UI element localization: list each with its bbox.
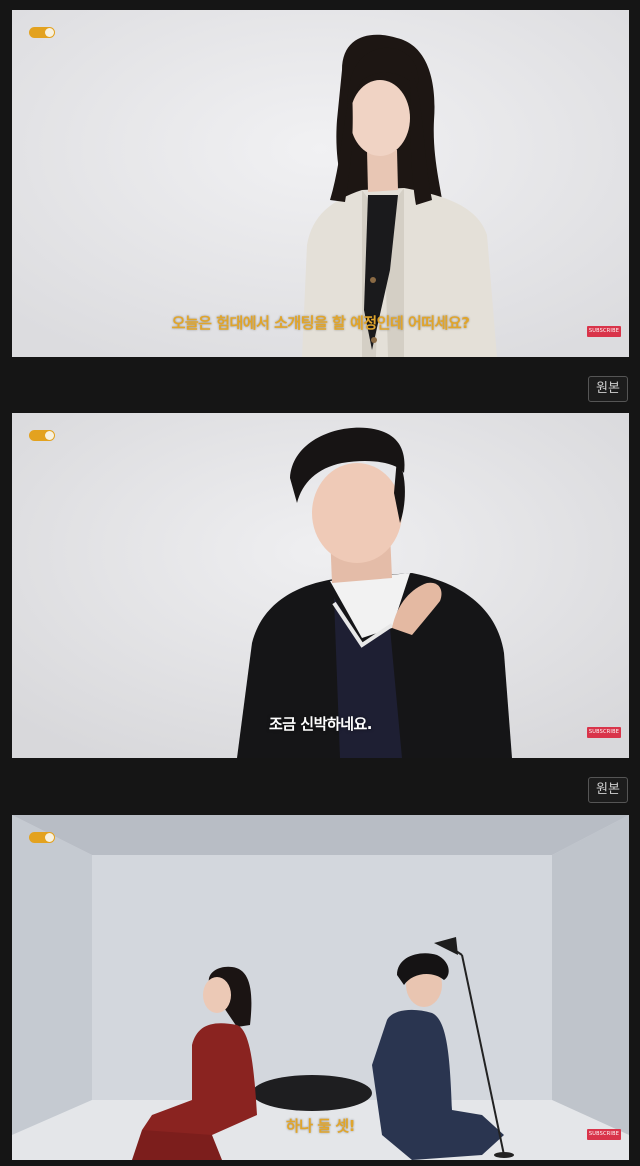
toggle-icon: [29, 430, 55, 441]
subtitle-text: 하나 둘 셋!: [286, 1117, 356, 1135]
video-frame-3: 하나 둘 셋! SUBSCRIBE: [12, 815, 629, 1160]
subtitle-text: 조금 신박하네요.: [268, 715, 373, 733]
man-interview-illustration: [12, 413, 629, 758]
original-button[interactable]: 원본: [588, 777, 628, 803]
subscribe-badge: SUBSCRIBE: [587, 326, 621, 337]
toggle-icon: [29, 27, 55, 38]
video-frame-2: 조금 신박하네요. SUBSCRIBE: [12, 413, 629, 758]
video-frame-1: 오늘은 험대에서 소개팅을 할 예정인데 어떠세요? SUBSCRIBE: [12, 10, 629, 357]
subscribe-badge: SUBSCRIBE: [587, 1129, 621, 1140]
subscribe-badge: SUBSCRIBE: [587, 727, 621, 738]
woman-interview-illustration: [12, 10, 629, 357]
original-button[interactable]: 원본: [588, 376, 628, 402]
subtitle-text: 오늘은 험대에서 소개팅을 할 예정인데 어떠세요?: [171, 314, 470, 332]
couple-sitting-illustration: [12, 815, 629, 1160]
toggle-icon: [29, 832, 55, 843]
